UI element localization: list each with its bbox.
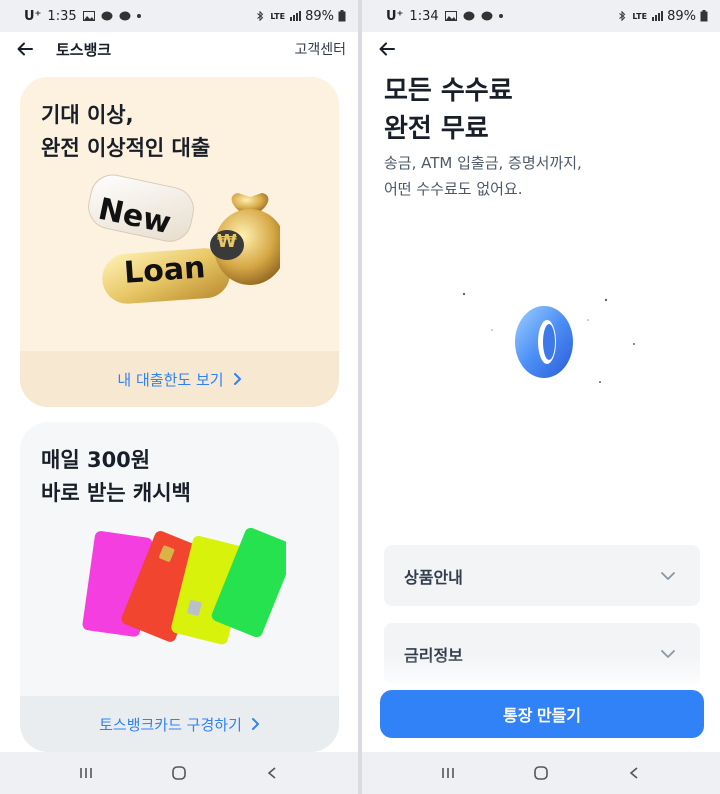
recent-apps-icon[interactable] — [66, 758, 106, 788]
page-headline: 모든 수수료 완전 무료 — [384, 72, 513, 148]
gallery-icon — [444, 11, 457, 21]
loan-title-line-1: 기대 이상, — [41, 103, 134, 127]
battery-icon — [700, 10, 708, 22]
system-nav-bar — [362, 752, 720, 794]
app-bar — [362, 32, 720, 66]
product-info-label: 상품안내 — [404, 567, 463, 587]
carrier-label: U⁺ — [24, 8, 42, 24]
gallery-icon — [82, 11, 95, 21]
home-icon[interactable] — [521, 758, 561, 788]
right-screen: U⁺ 1:34 LTE 89% 모든 수수료 완전 무료 송금, ATM 입출금… — [362, 0, 720, 794]
chevron-right-icon — [233, 373, 241, 385]
system-nav-bar — [0, 752, 358, 794]
network-type: LTE — [632, 11, 648, 21]
signal-icon — [290, 11, 302, 21]
nav-back-icon[interactable] — [252, 758, 292, 788]
notification-dot — [136, 14, 141, 18]
colored-cards-illustration — [82, 527, 286, 645]
loan-title-line-2: 완전 이상적인 대출 — [41, 136, 211, 160]
talk-icon — [481, 11, 493, 21]
loan-card-title: 기대 이상, 완전 이상적인 대출 — [41, 99, 210, 165]
home-icon[interactable] — [159, 758, 199, 788]
cashback-title-line-2: 바로 받는 캐시백 — [41, 481, 191, 505]
clock: 1:35 — [47, 8, 77, 24]
cashback-title-line-1: 매일 300원 — [41, 448, 151, 472]
chat-bubble-icon — [101, 11, 113, 21]
cashback-promo-card[interactable]: 매일 300원 바로 받는 캐시백 토스뱅크카드 구경하기 — [20, 422, 339, 752]
recent-apps-icon[interactable] — [428, 758, 468, 788]
won-coin-icon: ₩ — [217, 231, 237, 252]
battery-level: 89% — [305, 8, 334, 24]
notification-dot — [498, 14, 503, 18]
browse-toss-card-link[interactable]: 토스뱅크카드 구경하기 — [20, 696, 339, 752]
status-bar: U⁺ 1:35 LTE 89% — [0, 0, 358, 32]
network-type: LTE — [270, 11, 286, 21]
subtext-line-1: 송금, ATM 입출금, 증명서까지, — [384, 154, 582, 172]
signal-icon — [652, 11, 664, 21]
chat-bubble-icon — [463, 11, 475, 21]
back-arrow-icon[interactable] — [376, 38, 398, 60]
page-subtext: 송금, ATM 입출금, 증명서까지, 어떤 수수료도 없어요. — [384, 150, 582, 202]
nav-back-icon[interactable] — [614, 758, 654, 788]
loan-tag-text: Loan — [122, 250, 207, 291]
carrier-label: U⁺ — [386, 8, 404, 24]
chevron-right-icon — [251, 718, 259, 730]
product-info-accordion[interactable]: 상품안내 — [384, 545, 700, 606]
loan-promo-card[interactable]: 기대 이상, 완전 이상적인 대출 New Loan ₩ 내 대출한도 보기 — [20, 77, 339, 407]
battery-level: 89% — [667, 8, 696, 24]
view-loan-limit-link[interactable]: 내 대출한도 보기 — [20, 351, 339, 407]
zero-fee-illustration — [462, 292, 635, 383]
browse-toss-card-label: 토스뱅크카드 구경하기 — [99, 715, 242, 734]
headline-line-2: 완전 무료 — [384, 114, 489, 144]
cashback-card-title: 매일 300원 바로 받는 캐시백 — [41, 444, 191, 510]
view-loan-limit-label: 내 대출한도 보기 — [117, 370, 224, 389]
app-title: 토스뱅크 — [56, 40, 112, 59]
open-account-button[interactable]: 통장 만들기 — [380, 690, 704, 738]
battery-icon — [338, 10, 346, 22]
bluetooth-icon — [257, 11, 264, 21]
left-screen: U⁺ 1:35 LTE 89% 토스뱅크 고객센터 기대 이상, 완전 이상적인… — [0, 0, 358, 794]
talk-icon — [119, 11, 131, 21]
chevron-down-icon — [661, 571, 675, 580]
clock: 1:34 — [409, 8, 439, 24]
headline-line-1: 모든 수수료 — [384, 76, 513, 106]
back-arrow-icon[interactable] — [14, 38, 36, 60]
customer-center-link[interactable]: 고객센터 — [294, 39, 346, 59]
scroll-fade — [362, 655, 720, 693]
app-bar: 토스뱅크 고객센터 — [0, 32, 358, 66]
status-bar: U⁺ 1:34 LTE 89% — [362, 0, 720, 32]
bluetooth-icon — [619, 11, 626, 21]
subtext-line-2: 어떤 수수료도 없어요. — [384, 180, 523, 198]
